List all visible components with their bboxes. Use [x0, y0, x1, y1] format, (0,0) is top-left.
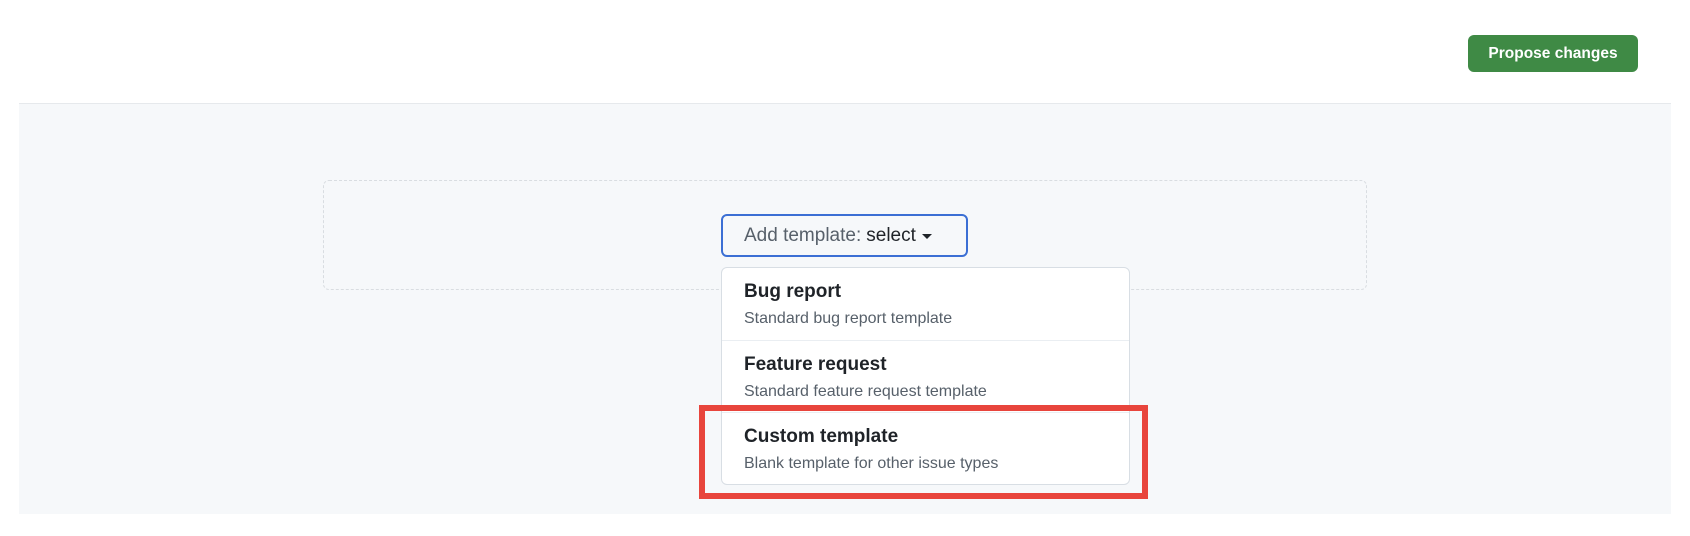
- menu-item-bug-report[interactable]: Bug report Standard bug report template: [722, 268, 1129, 340]
- menu-item-title: Feature request: [744, 354, 887, 375]
- menu-item-title: Bug report: [744, 281, 842, 302]
- propose-changes-button[interactable]: Propose changes: [1468, 35, 1638, 72]
- add-template-selected-value: select: [866, 224, 916, 246]
- top-bar: Propose changes: [0, 0, 1690, 104]
- menu-item-custom-template[interactable]: Custom template Blank template for other…: [722, 412, 1129, 484]
- menu-item-title: Custom template: [744, 426, 899, 447]
- menu-item-description: Standard feature request template: [744, 383, 987, 400]
- add-template-select[interactable]: Add template: select: [721, 214, 968, 257]
- menu-item-description: Standard bug report template: [744, 310, 953, 327]
- caret-down-icon: [921, 234, 932, 239]
- menu-item-description: Blank template for other issue types: [744, 455, 999, 472]
- add-template-label: Add template:: [744, 224, 862, 246]
- menu-item-feature-request[interactable]: Feature request Standard feature request…: [722, 340, 1129, 412]
- template-dropdown-menu: Bug report Standard bug report template …: [721, 267, 1130, 485]
